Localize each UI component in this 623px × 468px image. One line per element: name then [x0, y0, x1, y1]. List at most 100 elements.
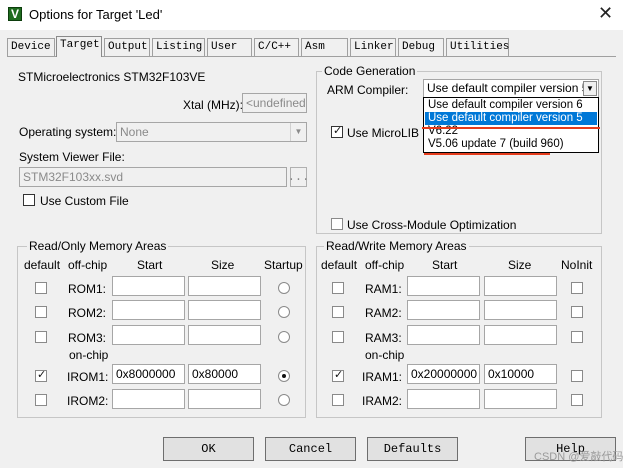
radio-selected-dot	[282, 374, 286, 378]
use-custom-file-checkbox[interactable]	[23, 194, 35, 206]
tab-utilities[interactable]: Utilities	[446, 38, 509, 56]
ro-header-size: Size	[211, 258, 235, 272]
tab-linker[interactable]: Linker	[350, 38, 396, 56]
checkmark-icon: ✓	[334, 369, 344, 381]
ram1-default-checkbox[interactable]	[332, 282, 344, 294]
ram3-default-checkbox[interactable]	[332, 331, 344, 343]
ram2-label: RAM2:	[365, 306, 402, 320]
annotation-underline	[424, 153, 550, 155]
iram1-start-input[interactable]: 0x20000000	[407, 364, 480, 384]
rom2-default-checkbox[interactable]	[35, 306, 47, 318]
irom1-startup-radio[interactable]	[278, 370, 290, 382]
os-select[interactable]: None ▼	[116, 122, 307, 142]
iram2-default-checkbox[interactable]	[332, 394, 344, 406]
device-name: STMicroelectronics STM32F103VE	[18, 70, 206, 84]
tab-user[interactable]: User	[207, 38, 252, 56]
iram1-label: IRAM1:	[362, 370, 403, 384]
ram3-noinit-checkbox[interactable]	[571, 331, 583, 343]
rw-header-noinit: NoInit	[561, 258, 593, 272]
xtal-label: Xtal (MHz):	[183, 98, 243, 112]
rw-header-size: Size	[508, 258, 532, 272]
defaults-button[interactable]: Defaults	[367, 437, 458, 461]
rom1-startup-radio[interactable]	[278, 282, 290, 294]
rom3-startup-radio[interactable]	[278, 331, 290, 343]
cancel-button[interactable]: Cancel	[265, 437, 356, 461]
ram1-size-input[interactable]	[484, 276, 557, 296]
os-select-value: None	[120, 125, 149, 139]
ram1-start-input[interactable]	[407, 276, 480, 296]
ok-button[interactable]: OK	[163, 437, 254, 461]
iram2-noinit-checkbox[interactable]	[571, 394, 583, 406]
svf-browse-button[interactable]: ...	[288, 167, 309, 187]
irom2-default-checkbox[interactable]	[35, 394, 47, 406]
irom2-start-input[interactable]	[112, 389, 185, 409]
ro-header-start: Start	[137, 258, 163, 272]
rw-onchip-label: on-chip	[365, 348, 405, 362]
cross-module-checkbox[interactable]	[331, 218, 343, 230]
irom1-size-input[interactable]: 0x80000	[188, 364, 261, 384]
rom2-size-input[interactable]	[188, 300, 261, 320]
svf-label: System Viewer File:	[19, 150, 125, 164]
rom1-size-input[interactable]	[188, 276, 261, 296]
use-microlib-checkbox[interactable]: ✓	[331, 125, 343, 138]
rom3-start-input[interactable]	[112, 325, 185, 345]
checkmark-icon: ✓	[333, 125, 343, 137]
ro-onchip-label: on-chip	[69, 348, 109, 362]
compiler-dropdown-list: Use default compiler version 6 Use defau…	[423, 97, 599, 153]
iram1-default-checkbox[interactable]: ✓	[332, 369, 344, 382]
rom2-startup-radio[interactable]	[278, 306, 290, 318]
rom1-start-input[interactable]	[112, 276, 185, 296]
irom2-label: IROM2:	[67, 394, 109, 408]
iram2-size-input[interactable]	[484, 389, 557, 409]
ram1-noinit-checkbox[interactable]	[571, 282, 583, 294]
rom2-start-input[interactable]	[112, 300, 185, 320]
svf-input[interactable]: STM32F103xx.svd	[19, 167, 287, 187]
irom1-start-input[interactable]: 0x8000000	[112, 364, 185, 384]
ram3-size-input[interactable]	[484, 325, 557, 345]
use-custom-file-label: Use Custom File	[40, 194, 129, 208]
rom1-label: ROM1:	[68, 282, 107, 296]
rom3-default-checkbox[interactable]	[35, 331, 47, 343]
compiler-option-v5-default[interactable]: Use default compiler version 5	[425, 112, 597, 125]
ram2-start-input[interactable]	[407, 300, 480, 320]
irom1-default-checkbox[interactable]: ✓	[35, 369, 47, 382]
ram1-label: RAM1:	[365, 282, 402, 296]
rom3-size-input[interactable]	[188, 325, 261, 345]
iram2-start-input[interactable]	[407, 389, 480, 409]
ro-header-default: default	[24, 258, 61, 272]
irom2-size-input[interactable]	[188, 389, 261, 409]
ram2-noinit-checkbox[interactable]	[571, 306, 583, 318]
tab-target[interactable]: Target	[56, 36, 102, 57]
close-icon[interactable]: ✕	[598, 3, 613, 24]
compiler-option-v506[interactable]: V5.06 update 7 (build 960)	[425, 138, 597, 151]
rw-header-offchip: off-chip	[365, 258, 405, 272]
checkmark-icon: ✓	[37, 369, 47, 381]
arm-compiler-select[interactable]: Use default compiler version 5 ▼	[423, 79, 599, 98]
rw-header-start: Start	[432, 258, 458, 272]
os-label: Operating system:	[19, 125, 117, 139]
tab-cc[interactable]: C/C++	[254, 38, 299, 56]
xtal-input[interactable]: <undefined>	[242, 93, 307, 113]
compiler-option-v6-default[interactable]: Use default compiler version 6	[425, 99, 597, 112]
irom2-startup-radio[interactable]	[278, 394, 290, 406]
iram1-size-input[interactable]: 0x10000	[484, 364, 557, 384]
chevron-down-icon[interactable]: ▼	[583, 81, 597, 96]
use-microlib-label: Use MicroLIB	[347, 126, 420, 140]
arm-compiler-value: Use default compiler version 5	[427, 81, 589, 95]
tab-debug[interactable]: Debug	[398, 38, 444, 56]
rom2-label: ROM2:	[68, 306, 107, 320]
rom1-default-checkbox[interactable]	[35, 282, 47, 294]
arm-compiler-label: ARM Compiler:	[327, 83, 409, 97]
tab-device[interactable]: Device	[7, 38, 55, 56]
tab-listing[interactable]: Listing	[152, 38, 205, 56]
ram2-size-input[interactable]	[484, 300, 557, 320]
code-generation-title: Code Generation	[322, 64, 418, 78]
ram3-start-input[interactable]	[407, 325, 480, 345]
app-icon-letter: V	[11, 7, 20, 21]
iram1-noinit-checkbox[interactable]	[571, 370, 583, 382]
tab-asm[interactable]: Asm	[301, 38, 348, 56]
watermark: CSDN @爱敲代码的	[534, 451, 623, 463]
ram2-default-checkbox[interactable]	[332, 306, 344, 318]
ram3-label: RAM3:	[365, 331, 402, 345]
tab-output[interactable]: Output	[104, 38, 150, 56]
